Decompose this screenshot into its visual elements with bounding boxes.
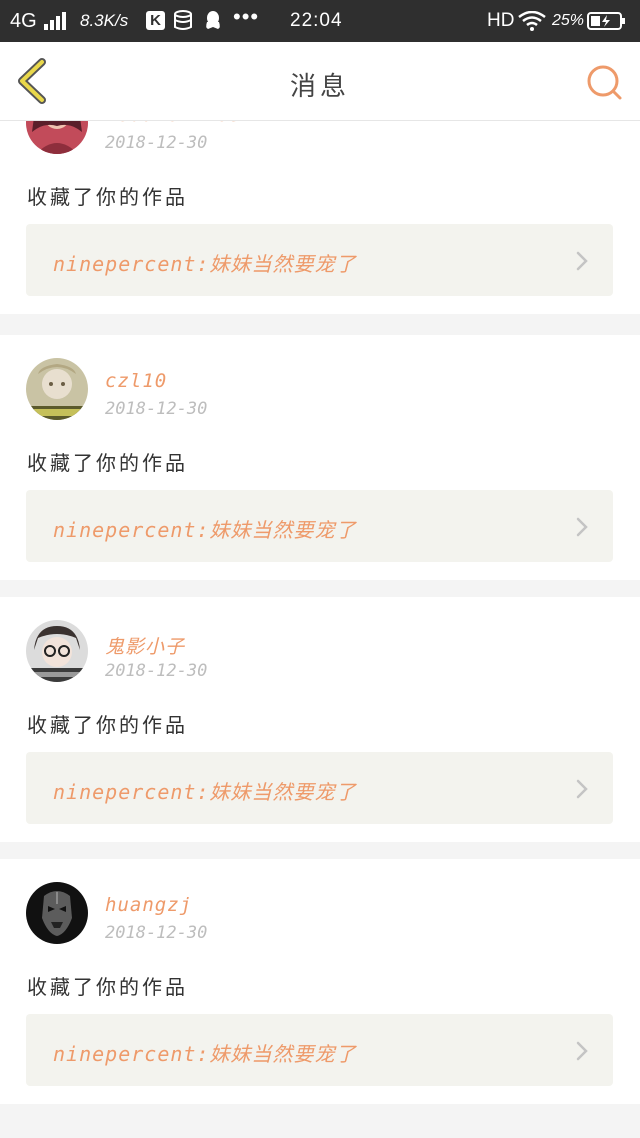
- action-text: 收藏了你的作品: [27, 451, 188, 475]
- work-link[interactable]: ninepercent:妹妹当然要宠了: [26, 490, 613, 562]
- database-icon: [174, 10, 192, 30]
- clock: 22:04: [290, 10, 343, 31]
- battery-percent: 25%: [552, 12, 585, 29]
- message-list[interactable]: hedurenFros 2018-12-30 收藏了你的作品 nineperce…: [0, 121, 640, 1138]
- username[interactable]: 鬼影小子: [105, 632, 185, 659]
- work-title: ninepercent:妹妹当然要宠了: [53, 518, 357, 542]
- qq-icon: [206, 11, 220, 29]
- app-header: 消息: [0, 42, 640, 121]
- message-date: 2018-12-30: [105, 133, 208, 153]
- chevron-right-icon: [576, 779, 588, 799]
- work-link[interactable]: ninepercent:妹妹当然要宠了: [26, 224, 613, 296]
- chevron-right-icon: [576, 1041, 588, 1061]
- work-link[interactable]: ninepercent:妹妹当然要宠了: [26, 752, 613, 824]
- list-item: czl10 2018-12-30 收藏了你的作品 ninepercent:妹妹当…: [0, 335, 640, 580]
- avatar[interactable]: [26, 620, 88, 682]
- page-title: 消息: [289, 72, 350, 102]
- signal-icon: [44, 12, 66, 30]
- action-text: 收藏了你的作品: [27, 185, 188, 209]
- chevron-right-icon: [576, 251, 588, 271]
- list-item: hedurenFros 2018-12-30 收藏了你的作品 nineperce…: [0, 121, 640, 314]
- message-date: 2018-12-30: [105, 923, 208, 943]
- k-app-icon: K: [146, 11, 165, 30]
- network-speed: 8.3K/s: [80, 11, 129, 30]
- work-title: ninepercent:妹妹当然要宠了: [53, 1042, 357, 1066]
- battery-icon: [587, 12, 625, 30]
- avatar[interactable]: [26, 121, 88, 154]
- more-dots-icon: •••: [233, 4, 260, 29]
- wifi-icon: [518, 11, 546, 31]
- hd-indicator: HD: [487, 10, 515, 31]
- work-title: ninepercent:妹妹当然要宠了: [53, 780, 357, 804]
- work-link[interactable]: ninepercent:妹妹当然要宠了: [26, 1014, 613, 1086]
- action-text: 收藏了你的作品: [27, 975, 188, 999]
- avatar[interactable]: [26, 358, 88, 420]
- search-button[interactable]: [584, 62, 624, 102]
- message-date: 2018-12-30: [105, 661, 208, 681]
- work-title: ninepercent:妹妹当然要宠了: [53, 252, 357, 276]
- chevron-right-icon: [576, 517, 588, 537]
- username[interactable]: huangzj: [105, 894, 192, 916]
- network-type: 4G: [10, 10, 37, 32]
- list-item: huangzj 2018-12-30 收藏了你的作品 ninepercent:妹…: [0, 859, 640, 1104]
- username[interactable]: hedurenFros: [105, 121, 242, 126]
- status-bar: 4G 8.3K/s K ••• 22:04 HD 25%: [0, 0, 640, 42]
- message-date: 2018-12-30: [105, 399, 208, 419]
- list-item: 鬼影小子 2018-12-30 收藏了你的作品 ninepercent:妹妹当然…: [0, 597, 640, 842]
- action-text: 收藏了你的作品: [27, 713, 188, 737]
- avatar[interactable]: [26, 882, 88, 944]
- username[interactable]: czl10: [105, 370, 167, 392]
